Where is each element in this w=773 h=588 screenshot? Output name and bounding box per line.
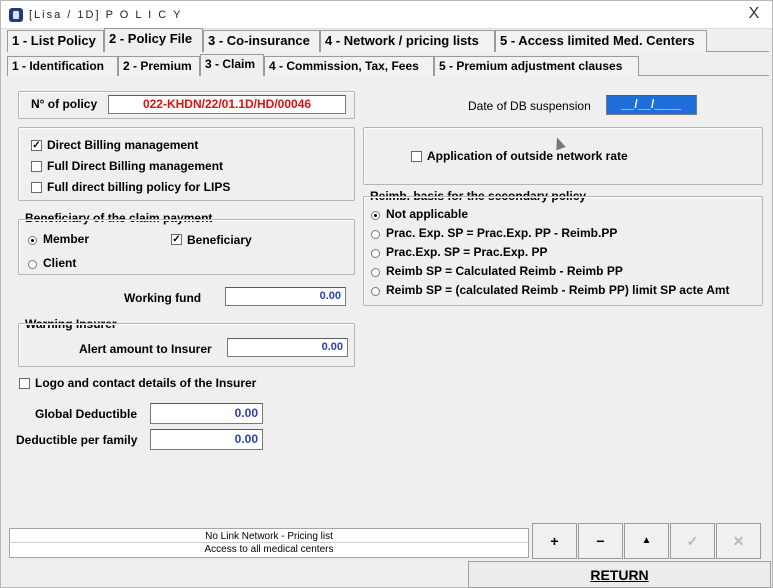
reimb-option-1-radio[interactable] [371,211,380,220]
member-label: Member [43,232,90,246]
tab-premium-adjustment[interactable]: 5 - Premium adjustment clauses [434,56,639,76]
full-direct-billing-checkbox[interactable] [31,161,42,172]
db-suspension-label: Date of DB suspension [468,99,591,113]
cancel-button[interactable]: ✕ [716,523,761,559]
window-title: [Lisa / 1D] P O L I C Y [29,9,183,21]
title-bar: [Lisa / 1D] P O L I C Y X [1,1,772,29]
network-list[interactable]: No Link Network - Pricing list Access to… [9,528,529,558]
working-fund-field[interactable]: 0.00 [225,287,346,306]
alert-amount-field[interactable]: 0.00 [227,338,348,357]
global-deductible-label: Global Deductible [35,407,138,421]
billing-group: ✓ Direct Billing management Full Direct … [18,127,355,201]
reimb-option-1-label: Not applicable [386,207,469,221]
global-deductible-field[interactable]: 0.00 [150,403,263,424]
return-button[interactable]: RETURN [468,561,771,588]
remove-button[interactable]: − [578,523,623,559]
add-button[interactable]: + [532,523,577,559]
list-item[interactable]: Access to all medical centers [10,543,528,556]
warning-insurer-group: Alert amount to Insurer 0.00 [18,323,355,367]
policy-number-group: N° of policy 022-KHDN/22/01.1D/HD/00046 [18,91,355,119]
tab-policy-file[interactable]: 2 - Policy File [104,28,203,52]
lips-billing-label: Full direct billing policy for LIPS [47,180,231,194]
family-deductible-label: Deductible per family [16,433,138,447]
alert-amount-label: Alert amount to Insurer [79,342,212,356]
outside-network-group: Application of outside network rate [363,127,763,185]
close-icon[interactable]: X [744,4,764,24]
tab-commission[interactable]: 4 - Commission, Tax, Fees [264,56,434,76]
client-label: Client [43,256,77,270]
reimb-option-4-radio[interactable] [371,268,380,277]
reimb-group: Not applicable Prac. Exp. SP = Prac.Exp.… [363,196,763,306]
policy-number-label: N° of policy [31,97,98,111]
beneficiary-label: Beneficiary [187,233,252,247]
reimb-option-2-label: Prac. Exp. SP = Prac.Exp. PP - Reimb.PP [386,226,618,240]
beneficiary-checkbox[interactable]: ✓ [171,234,182,245]
tab-list-policy[interactable]: 1 - List Policy [7,30,104,52]
db-suspension-field[interactable]: __/__/____ [606,95,697,115]
tab-access-limited[interactable]: 5 - Access limited Med. Centers [495,30,707,52]
reimb-option-2-radio[interactable] [371,230,380,239]
reimb-option-4-label: Reimb SP = Calculated Reimb - Reimb PP [386,264,623,278]
return-label: RETURN [590,567,649,583]
reimb-option-5-radio[interactable] [371,287,380,296]
list-item[interactable]: No Link Network - Pricing list [10,530,528,543]
policy-window: [Lisa / 1D] P O L I C Y X 1 - List Polic… [0,0,773,588]
reimb-option-3-label: Prac.Exp. SP = Prac.Exp. PP [386,245,548,259]
working-fund-label: Working fund [124,291,202,305]
validate-button[interactable]: ✓ [670,523,715,559]
beneficiary-group: Member ✓ Beneficiary Client [18,219,355,275]
direct-billing-checkbox[interactable]: ✓ [31,140,42,151]
tab-identification[interactable]: 1 - Identification [7,56,118,76]
tab-premium[interactable]: 2 - Premium [118,56,200,76]
client-radio[interactable] [28,260,37,269]
member-radio[interactable] [28,236,37,245]
logo-insurer-checkbox[interactable] [19,378,30,389]
family-deductible-field[interactable]: 0.00 [150,429,263,450]
full-direct-billing-label: Full Direct Billing management [47,159,224,173]
reimb-option-5-label: Reimb SP = (calculated Reimb - Reimb PP)… [386,283,730,297]
tab-co-insurance[interactable]: 3 - Co-insurance [203,30,320,52]
move-up-button[interactable]: ▲ [624,523,669,559]
tab-network-pricing[interactable]: 4 - Network / pricing lists [320,30,495,52]
app-icon [9,8,23,22]
policy-number-field[interactable]: 022-KHDN/22/01.1D/HD/00046 [108,95,346,114]
lips-billing-checkbox[interactable] [31,182,42,193]
reimb-option-3-radio[interactable] [371,249,380,258]
tab-claim[interactable]: 3 - Claim [200,54,264,76]
outside-network-label: Application of outside network rate [427,149,628,163]
direct-billing-label: Direct Billing management [47,138,199,152]
logo-insurer-label: Logo and contact details of the Insurer [35,376,257,390]
outside-network-checkbox[interactable] [411,151,422,162]
